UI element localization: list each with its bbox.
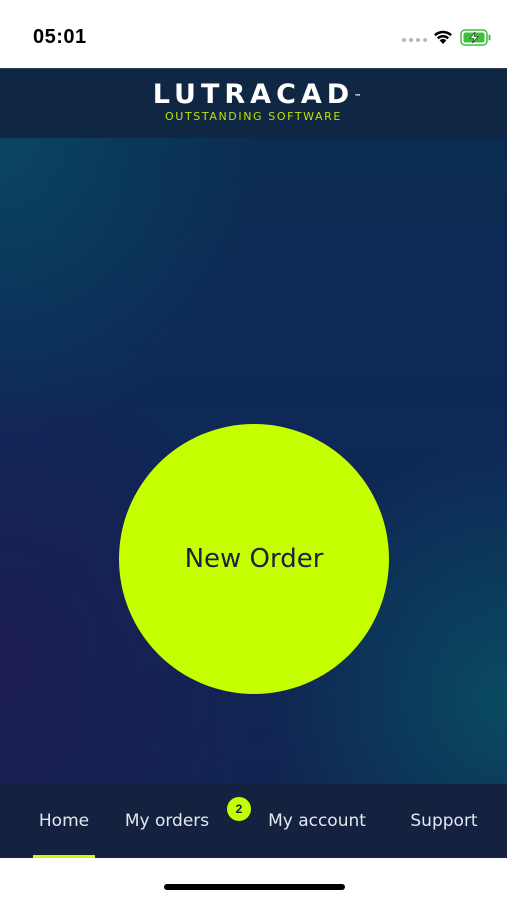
- tab-my-orders-label: My orders: [124, 811, 210, 831]
- tab-home[interactable]: Home: [28, 784, 100, 858]
- tab-my-account-label: My account: [268, 811, 366, 831]
- tab-support[interactable]: Support: [404, 784, 484, 858]
- tab-home-label: Home: [38, 811, 90, 831]
- status-bar: 05:01: [0, 0, 507, 68]
- bottom-tab-bar: Home My orders My account Support: [0, 784, 507, 858]
- home-indicator[interactable]: [164, 884, 345, 890]
- logo-text: LUTRACAD: [152, 79, 355, 110]
- home-indicator-area: [0, 858, 507, 900]
- logo-trademark: ™: [354, 93, 362, 101]
- new-order-button[interactable]: New Order: [119, 424, 389, 694]
- tab-my-account[interactable]: My account: [266, 784, 368, 858]
- status-time: 05:01: [33, 26, 87, 48]
- logo-wordmark: LUTRACAD ™: [152, 79, 361, 110]
- battery-charging-icon: [460, 29, 491, 46]
- tab-my-orders[interactable]: My orders: [120, 784, 214, 858]
- lutracad-logo: LUTRACAD ™ OUTSTANDING SOFTWARE: [0, 79, 507, 124]
- home-main-area: New Order: [0, 138, 507, 784]
- tab-support-label: Support: [410, 811, 478, 831]
- wifi-icon: [434, 30, 452, 44]
- logo-tagline: OUTSTANDING SOFTWARE: [165, 110, 342, 123]
- signal-dots-icon: [402, 38, 427, 42]
- app-header: LUTRACAD ™ OUTSTANDING SOFTWARE: [0, 68, 507, 139]
- orders-count-badge: 2: [227, 797, 251, 821]
- new-order-label: New Order: [184, 544, 324, 574]
